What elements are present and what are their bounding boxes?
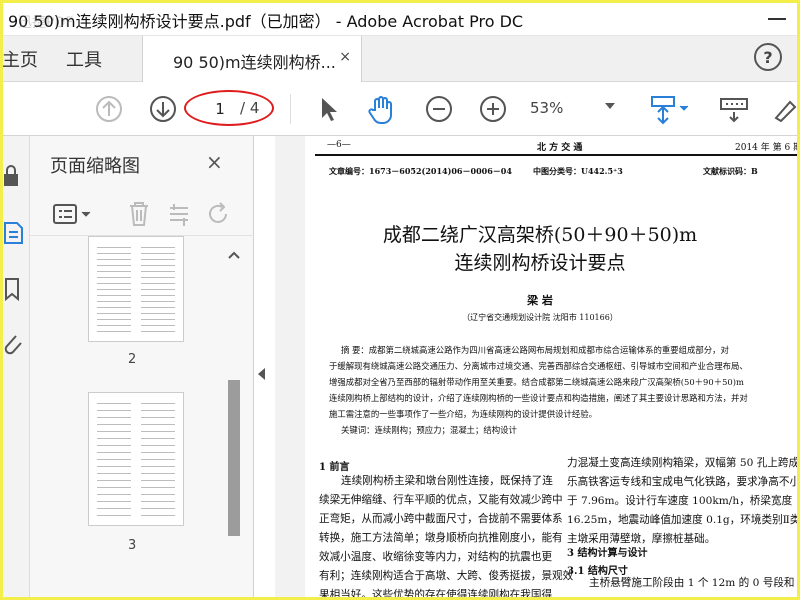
- thumbnails-panel: 页面缩略图 × 2 3: [30, 136, 254, 600]
- tab-home[interactable]: 主页: [2, 46, 38, 72]
- zoom-dropdown-icon[interactable]: [605, 103, 615, 109]
- abstract-line: 施工需注意的一些事项作了一些介绍，为连续刚构的设计提供设计经验。: [329, 409, 597, 419]
- main-toolbar: 1 / 4 53%: [0, 82, 800, 136]
- toolbar-divider: [290, 94, 291, 124]
- page-thumbnail-3[interactable]: [88, 392, 184, 526]
- section-heading: 3 结构计算与设计: [567, 548, 648, 559]
- tab-row: 主页 工具 90 50)m连续刚构桥... × ?: [0, 36, 800, 82]
- lock-icon[interactable]: [2, 164, 22, 188]
- body-line: 连续刚构桥主梁和墩台刚性连接，既保持了连: [341, 475, 553, 487]
- document-view[interactable]: —6— 北 方 交 通 2014 年 第 6 期 文章编号：1673－6052(…: [275, 136, 800, 600]
- annotation-circle: [184, 90, 274, 126]
- watermark-text: 迅捷PDF: [18, 15, 74, 31]
- attachment-icon[interactable]: [2, 332, 24, 358]
- panel-toolbar: [30, 192, 254, 236]
- zoom-out-icon[interactable]: [424, 94, 454, 124]
- body-line: 正弯矩，从而减小跨中截面尺寸，合拢前不需要体系: [319, 513, 563, 525]
- scroll-up-icon[interactable]: [228, 250, 240, 260]
- body-line: 力混凝土变高连续刚构箱梁，双幅第 50 孔上跨成绵: [567, 457, 800, 469]
- keyboard-icon[interactable]: [718, 94, 750, 124]
- article-number: 文章编号：1673－6052(2014)06－0006－04: [329, 166, 512, 176]
- body-line: 主桥悬臂施工阶段由 1 个 12m 的 0 号段和 1: [589, 577, 800, 589]
- close-tab-icon[interactable]: ×: [339, 49, 351, 65]
- body-line: 有利；连续刚构适合于高墩、大跨、俊秀挺拔，景观效: [319, 570, 574, 582]
- body-line: 乐高铁客运专线和宝成电气化铁路，要求净高不小: [567, 476, 800, 488]
- thumbnail-page-number: 3: [128, 538, 137, 553]
- page-thumbnails-icon[interactable]: [2, 220, 26, 246]
- zoom-level[interactable]: 53%: [530, 99, 563, 117]
- body-line: 16.25m，地震动峰值加速度 0.1g，环境类别Ⅱ类。: [567, 514, 800, 526]
- body-line: 效减小温度、收缩徐变等内力，对结构的抗震也更: [319, 551, 553, 563]
- body-line: 续梁无伸缩缝、行车平顺的优点，又能有效减少跨中: [319, 494, 563, 506]
- paper-author: 梁 岩: [527, 294, 553, 307]
- draw-tool-icon[interactable]: [772, 94, 800, 124]
- body-line: 转换，施工方法简单；墩身顺桥向抗推刚度小，能有: [319, 532, 563, 544]
- panel-title: 页面缩略图: [50, 156, 140, 177]
- section-heading: 1 前言: [319, 462, 350, 473]
- tab-tools[interactable]: 工具: [66, 46, 102, 72]
- abstract-line: 连续刚构桥上部结构的设计，介绍了连续刚构桥的一些设计要点和构造措施，阐述了其主要…: [329, 393, 748, 403]
- thumbnail-page-number: 2: [128, 352, 137, 367]
- abstract-line: 摘 要：成都第二绕城高速公路作为四川省高速公路网布局规划和成都市综合运输体系的重…: [341, 345, 729, 355]
- rotate-page-icon[interactable]: [206, 200, 232, 228]
- bookmark-icon[interactable]: [2, 276, 22, 302]
- thumbnail-list: 2 3: [30, 236, 254, 600]
- help-icon[interactable]: ?: [754, 43, 782, 71]
- keywords-line: 关键词：连续刚构；预应力；混凝土；结构设计: [341, 425, 517, 435]
- body-line: 果相当好。这些优势的存在使得连续刚构在我国得: [319, 589, 553, 600]
- select-cursor-icon[interactable]: [316, 94, 342, 124]
- previous-page-icon[interactable]: [94, 94, 124, 124]
- page-thumbnail-2[interactable]: [88, 236, 184, 342]
- hand-tool-icon[interactable]: [366, 94, 398, 126]
- header-rule: [315, 154, 800, 156]
- class-number: 中图分类号：U442.5⁺3: [533, 166, 623, 176]
- abstract-line: 增强成都对全省乃至西部的辐射带动作用至关重要。结合成都第二绕城高速公路来段广汉高…: [329, 377, 744, 387]
- next-page-icon[interactable]: [148, 94, 178, 124]
- delete-page-icon[interactable]: [126, 200, 152, 228]
- extract-page-icon[interactable]: [166, 200, 192, 228]
- abstract-line: 于缓解现有绕城高速公路交通压力、分离城市过境交通、完善西部综合交通枢纽、引导城市…: [329, 361, 748, 371]
- thumbnail-scrollbar[interactable]: [226, 244, 242, 600]
- collapse-panel-icon[interactable]: [258, 368, 265, 380]
- tab-document[interactable]: 90 50)m连续刚构桥... ×: [142, 36, 362, 82]
- header-page-number: —6—: [327, 140, 351, 150]
- fit-page-icon[interactable]: [648, 94, 688, 126]
- left-icon-rail: [0, 136, 30, 600]
- author-affiliation: （辽宁省交通规划设计院 沈阳市 110166）: [462, 313, 618, 322]
- tab-document-label: 90 50)m连续刚构桥...: [173, 53, 336, 72]
- pdf-page: —6— 北 方 交 通 2014 年 第 6 期 文章编号：1673－6052(…: [305, 136, 800, 600]
- paper-title-line-1: 成都二绕广汉高架桥(50＋90＋50)m: [382, 224, 698, 246]
- page-header: —6— 北 方 交 通 2014 年 第 6 期: [315, 140, 800, 154]
- scrollbar-thumb[interactable]: [228, 380, 240, 536]
- document-code: 文献标识码：B: [703, 166, 758, 176]
- close-panel-icon[interactable]: ×: [206, 150, 223, 174]
- zoom-in-icon[interactable]: [478, 94, 508, 124]
- title-bar: 90 50)m连续刚构桥设计要点.pdf（已加密） - Adobe Acroba…: [0, 0, 800, 36]
- header-journal: 北 方 交 通: [537, 143, 583, 153]
- paper-title-line-2: 连续刚构桥设计要点: [454, 252, 626, 274]
- header-year-issue: 2014 年 第 6 期: [735, 143, 800, 153]
- options-menu-icon[interactable]: [52, 202, 98, 226]
- window-title: 90 50)m连续刚构桥设计要点.pdf（已加密） - Adobe Acroba…: [8, 12, 524, 31]
- body-line: 于 7.96m。设计行车速度 100km/h，桥梁宽度: [567, 495, 793, 507]
- minimize-button[interactable]: [764, 4, 790, 30]
